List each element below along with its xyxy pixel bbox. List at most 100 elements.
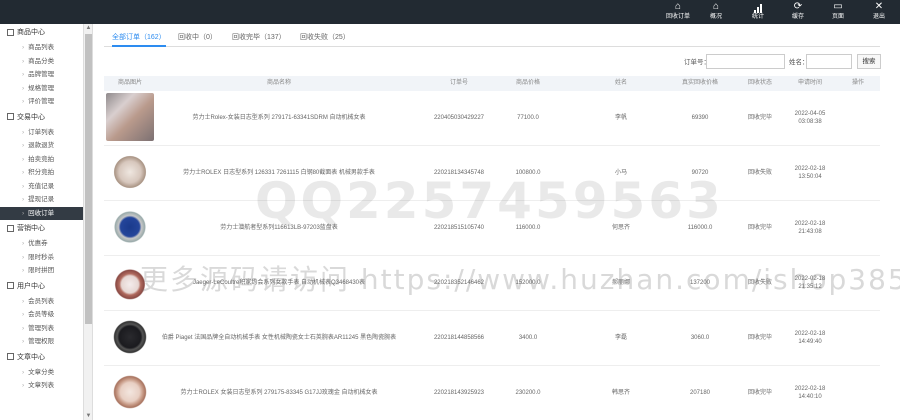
home-icon: ⌂ xyxy=(712,1,720,12)
grid-icon xyxy=(7,28,14,36)
sidebar: 商品中心 商品列表 商品分类 品牌管理 规格管理 评价管理 交易中心 订单列表 … xyxy=(0,24,84,420)
status: 回收完毕 xyxy=(747,390,772,396)
product-image[interactable] xyxy=(106,313,154,361)
scroll-up-icon[interactable]: ▲ xyxy=(85,24,92,32)
product-price: 230200.0 xyxy=(515,390,541,396)
bar-chart-icon xyxy=(739,1,777,13)
sidebar-item-withdraw[interactable]: 提现记录 xyxy=(0,193,83,207)
recycle-orders-top-button[interactable]: ⌂ 回收订单 xyxy=(659,0,697,24)
page-top-button[interactable]: ▭ 页面 xyxy=(819,0,857,24)
logout-top-button[interactable]: ✕ 退出 xyxy=(860,0,898,24)
real-price: 3060.0 xyxy=(690,335,710,341)
product-image[interactable] xyxy=(106,148,154,196)
sidebar-section-goods[interactable]: 商品中心 xyxy=(0,24,83,41)
sidebar-item-brand[interactable]: 品牌管理 xyxy=(0,68,83,82)
sidebar-item-recharge[interactable]: 充值记录 xyxy=(0,180,83,194)
overview-top-button[interactable]: ⌂ 概况 xyxy=(697,0,735,24)
apply-clock: 14:40:10 xyxy=(798,394,822,400)
col-action: 操作 xyxy=(851,80,864,86)
scrollbar-thumb[interactable] xyxy=(85,34,92,324)
sidebar-item-points-auction[interactable]: 积分竞拍 xyxy=(0,166,83,180)
sidebar-item-auction[interactable]: 拍卖竞拍 xyxy=(0,153,83,167)
customer-name: 李磊 xyxy=(614,335,627,341)
status: 回收完毕 xyxy=(747,225,772,231)
status: 回收完毕 xyxy=(747,115,772,121)
sidebar-item-flash-sale[interactable]: 限时秒杀 xyxy=(0,251,83,265)
col-status: 回收状态 xyxy=(747,80,772,86)
sidebar-item-spec[interactable]: 规格管理 xyxy=(0,82,83,96)
scroll-down-icon[interactable]: ▼ xyxy=(85,412,92,420)
apply-time: 2022-02-18 14:49:40 xyxy=(782,311,838,365)
home-icon: ⌂ xyxy=(674,1,682,12)
apply-time: 2022-02-18 13:50:04 xyxy=(782,146,838,200)
apply-date: 2022-04-05 xyxy=(794,111,826,117)
close-icon: ✕ xyxy=(874,1,884,12)
sidebar-item-group-buy[interactable]: 限时拼团 xyxy=(0,264,83,278)
sidebar-item-members[interactable]: 会员列表 xyxy=(0,295,83,309)
sidebar-item-article-category[interactable]: 文章分类 xyxy=(0,366,83,380)
chart-icon xyxy=(7,224,14,232)
table-row: 劳力士Rolex-女装日志型系列 279171-63341SDRM 自动机械女表… xyxy=(104,91,880,146)
sidebar-item-review[interactable]: 评价管理 xyxy=(0,95,83,109)
sidebar-item-orders[interactable]: 订单列表 xyxy=(0,126,83,140)
product-image[interactable] xyxy=(106,368,154,416)
sidebar-item-member-levels[interactable]: 会员等级 xyxy=(0,308,83,322)
sidebar-section-users[interactable]: 用户中心 xyxy=(0,278,83,295)
sidebar-scrollbar[interactable]: ▲ ▼ xyxy=(84,24,93,420)
search-button[interactable]: 搜索 xyxy=(857,54,881,69)
order-number-input[interactable] xyxy=(706,54,785,69)
col-person: 姓名 xyxy=(614,80,627,86)
sidebar-section-marketing[interactable]: 营销中心 xyxy=(0,220,83,237)
sidebar-section-articles[interactable]: 文章中心 xyxy=(0,349,83,366)
sidebar-item-permissions[interactable]: 管理权限 xyxy=(0,335,83,349)
tab-recycle-done[interactable]: 回收完毕（137） xyxy=(232,30,286,47)
apply-time: 2022-04-05 03:08:38 xyxy=(782,91,838,145)
col-image: 商品图片 xyxy=(117,80,142,86)
col-real-price: 真实回收价格 xyxy=(681,80,718,86)
tab-recycle-failed[interactable]: 回收失败（25） xyxy=(300,30,350,47)
product-image[interactable] xyxy=(106,93,154,141)
apply-clock: 14:49:40 xyxy=(798,339,822,345)
cart-icon xyxy=(7,113,14,121)
product-image[interactable] xyxy=(106,203,154,251)
watermark-qq: QQ2257459563 xyxy=(255,172,724,230)
product-price: 77100.0 xyxy=(517,115,539,121)
sidebar-item-recycle-orders[interactable]: 回收订单 xyxy=(0,206,83,220)
name-input[interactable] xyxy=(806,54,852,69)
watermark-url: 更多源码请访问 https://www.huzhan.com/ishop3850… xyxy=(140,263,900,296)
apply-time: 2022-02-18 14:40:10 xyxy=(782,366,838,420)
apply-clock: 03:08:38 xyxy=(798,119,822,125)
cache-top-button[interactable]: ⟳ 缓存 xyxy=(779,0,817,24)
order-tabs: 全部订单（162） 回收中（0） 回收完毕（137） 回收失败（25） xyxy=(104,30,880,47)
status: 回收失败 xyxy=(747,170,772,176)
sidebar-item-coupons[interactable]: 优惠券 xyxy=(0,237,83,251)
product-name: 劳力士Rolex-女装日志型系列 279171-63341SDRM 自动机械女表 xyxy=(192,115,366,121)
tab-all-orders[interactable]: 全部订单（162） xyxy=(112,30,166,47)
apply-time: 2022-02-18 21:43:08 xyxy=(782,201,838,255)
sidebar-item-goods-category[interactable]: 商品分类 xyxy=(0,55,83,69)
col-price: 商品价格 xyxy=(515,80,540,86)
sidebar-item-admins[interactable]: 管理列表 xyxy=(0,322,83,336)
user-icon xyxy=(7,282,14,290)
stats-top-button[interactable]: 统计 xyxy=(739,0,777,24)
apply-date: 2022-02-18 xyxy=(794,386,826,392)
apply-clock: 21:43:08 xyxy=(798,229,822,235)
document-icon xyxy=(7,353,14,361)
apply-clock: 13:50:04 xyxy=(798,174,822,180)
product-name: 劳力士ROLEX 女装日志型系列 279175-83345 G17JJ玫瑰金 自… xyxy=(180,390,378,396)
tab-recycling[interactable]: 回收中（0） xyxy=(178,30,217,47)
real-price: 69390 xyxy=(691,115,709,121)
real-price: 207180 xyxy=(689,390,711,396)
table-row: 伯爵 Piaget 法国品牌全自动机械手表 女性机械陶瓷女士石英腕表AR1124… xyxy=(104,311,880,366)
apply-date: 2022-02-18 xyxy=(794,331,826,337)
apply-date: 2022-02-18 xyxy=(794,221,826,227)
sidebar-item-goods-list[interactable]: 商品列表 xyxy=(0,41,83,55)
col-name: 商品名称 xyxy=(266,80,291,86)
sidebar-section-trade[interactable]: 交易中心 xyxy=(0,109,83,126)
sidebar-item-article-list[interactable]: 文章列表 xyxy=(0,379,83,393)
customer-name: 韩思齐 xyxy=(611,390,630,396)
product-price: 3400.0 xyxy=(518,335,538,341)
top-bar: ⌂ 回收订单 ⌂ 概况 统计 ⟳ 缓存 ▭ 页面 ✕ 退出 xyxy=(0,0,900,24)
col-time: 申请时间 xyxy=(797,80,822,86)
sidebar-item-refunds[interactable]: 退款退货 xyxy=(0,139,83,153)
